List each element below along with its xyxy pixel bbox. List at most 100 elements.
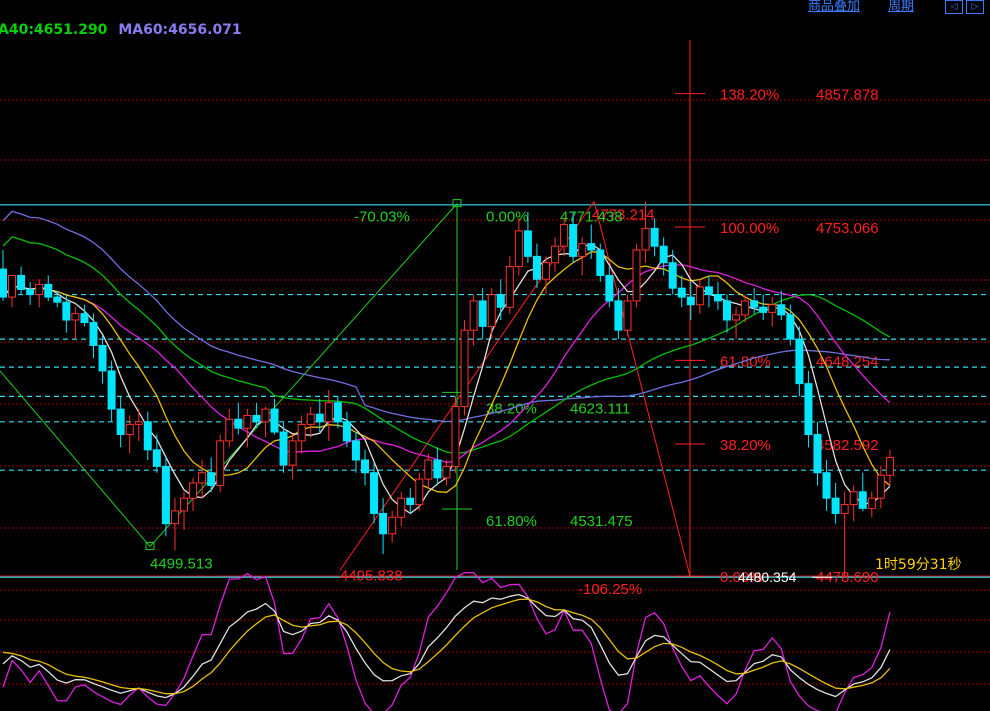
next-button[interactable]: ▷	[966, 0, 984, 14]
candle-body	[876, 474, 885, 499]
candle-body	[632, 249, 641, 302]
candle-body	[243, 414, 252, 429]
candle-body	[270, 408, 279, 433]
candle-body	[0, 268, 7, 298]
candle-body	[650, 227, 659, 247]
candle-body	[234, 418, 243, 429]
fib-green-zero-pct: 0.00%	[486, 209, 529, 226]
candle-body	[424, 459, 433, 480]
candle-body	[361, 459, 369, 474]
candle-body	[288, 440, 297, 466]
candle-body	[107, 370, 116, 410]
candle-body	[605, 274, 614, 302]
candle-body	[143, 421, 152, 451]
fib-green-trend-left	[0, 370, 151, 547]
top-toolbar: 商品叠加 周期 ◁ ▷	[808, 0, 990, 14]
candle-body	[578, 243, 587, 257]
candle-body	[451, 406, 460, 467]
fib-green-382-price: 4623.111	[570, 400, 630, 417]
candle-body	[170, 510, 179, 525]
candle-body	[261, 408, 270, 423]
candle-body	[723, 300, 731, 321]
candle-body	[216, 440, 225, 486]
candle-body	[623, 300, 632, 331]
ma40-legend: A40:4651.290	[0, 22, 108, 38]
candle-body	[668, 262, 677, 289]
fib-green-618-pct: 61.80%	[486, 513, 537, 530]
candle-body	[569, 224, 578, 257]
candle-body	[777, 304, 786, 316]
fib-red-price: 4857.878	[816, 87, 879, 104]
fib-green-low-label: 4499.513	[150, 556, 213, 573]
overlay-symbol-link[interactable]: 商品叠加	[808, 0, 860, 14]
candle-body	[134, 421, 143, 425]
candle-body	[596, 249, 605, 276]
candle-body	[53, 296, 62, 303]
candle-body	[225, 418, 234, 442]
candlestick-chart: 138.20% 4857.878 100.00% 4753.066 61.80% 4648…	[0, 40, 990, 711]
candle-body	[324, 402, 333, 423]
candle-body	[17, 274, 26, 290]
candle-body	[858, 491, 867, 509]
candle-body	[125, 423, 134, 436]
candle-body	[189, 482, 198, 499]
fib-red-pct: 100.00%	[720, 220, 779, 237]
candle-body	[44, 283, 53, 298]
osc-d-line	[2, 598, 891, 695]
candle-body	[469, 300, 478, 331]
candle-body	[8, 274, 17, 298]
prev-button[interactable]: ◁	[945, 0, 963, 14]
candle-body	[35, 283, 44, 296]
candle-body	[333, 402, 342, 423]
candle-body	[695, 286, 704, 306]
candle-body	[885, 456, 894, 476]
fib-green-zero-price: 4771.438	[560, 209, 623, 226]
candle-body	[822, 472, 831, 499]
candle-body	[560, 224, 569, 247]
candle-body	[388, 516, 397, 535]
candle-body	[786, 314, 795, 340]
fib-red-low-label: 4495.838	[340, 567, 403, 584]
candle-body	[442, 465, 451, 479]
fib-red-price: 4582.592	[816, 437, 879, 454]
candle-body	[532, 255, 541, 280]
candle-body	[26, 288, 35, 296]
candle-body	[804, 383, 813, 436]
candle-body	[831, 497, 840, 514]
candle-body	[487, 294, 496, 327]
candle-body	[768, 304, 777, 313]
candle-body	[713, 294, 722, 302]
ma10-line	[2, 251, 891, 493]
candle-body	[686, 296, 695, 306]
candle-body	[795, 338, 804, 385]
candle-body	[415, 478, 424, 506]
ma-legend: A40:4651.290 MA60:4656.071	[0, 22, 248, 38]
candle-body	[297, 423, 306, 442]
candle-body	[505, 266, 514, 308]
candle-body	[89, 322, 98, 346]
candle-body	[98, 344, 107, 372]
candle-body	[551, 245, 560, 264]
candle-body	[813, 434, 822, 474]
candle-body	[759, 306, 768, 313]
candle-body	[252, 414, 261, 423]
ma60-line	[2, 210, 890, 423]
current-price-label: 4480.354	[738, 569, 797, 585]
candle-body	[406, 497, 415, 506]
candle-body	[460, 329, 469, 408]
candle-body	[867, 497, 876, 509]
candle-body	[732, 314, 741, 321]
period-link[interactable]: 周期	[888, 0, 914, 14]
candle-body	[641, 227, 650, 251]
candle-body	[161, 465, 170, 525]
ma60-legend: MA60:4656.071	[118, 22, 242, 38]
candle-body	[523, 230, 532, 257]
candle-body	[80, 313, 89, 324]
candle-body	[587, 243, 596, 251]
candle-body	[116, 408, 125, 436]
candle-body	[370, 472, 379, 514]
fib-red-price: 4648.254	[816, 353, 879, 370]
fib-red-pct: 138.20%	[720, 87, 779, 104]
candle-body	[542, 262, 550, 280]
candle-body	[379, 512, 388, 535]
